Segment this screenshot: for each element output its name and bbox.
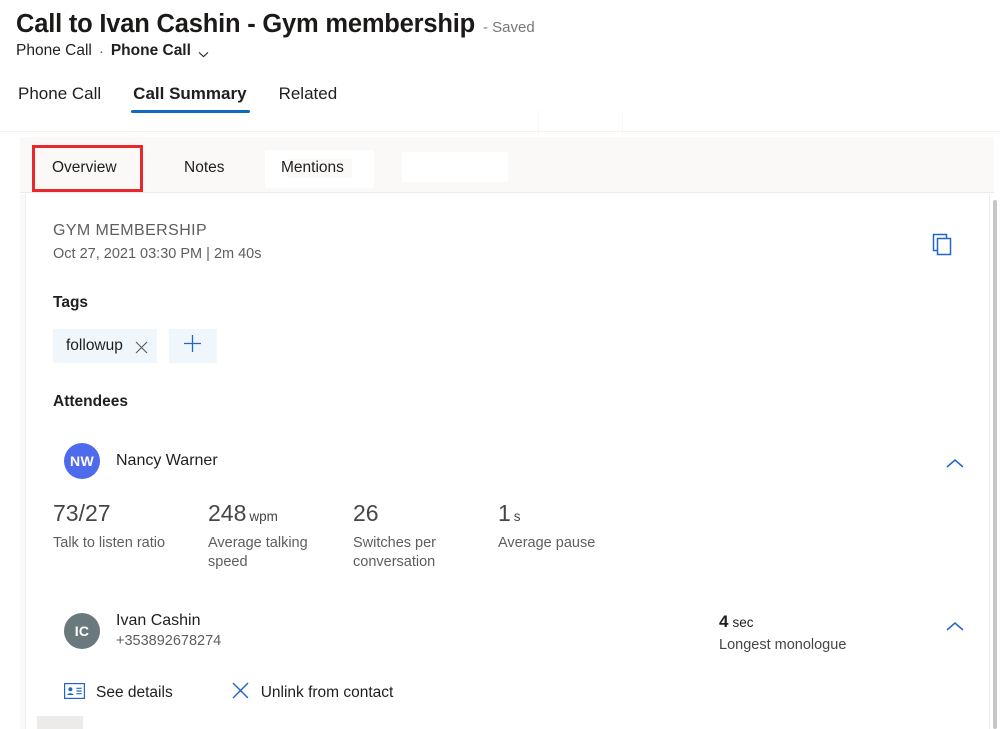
avatar: IC [64, 613, 100, 649]
vertical-scrollbar[interactable] [993, 200, 997, 729]
tags-heading: Tags [53, 294, 217, 312]
attendee-row-nancy[interactable]: NW Nancy Warner [64, 443, 218, 479]
page-title: Call to Ivan Cashin - Gym membership [16, 8, 475, 40]
attendee-actions: See details Unlink from contact [64, 681, 393, 705]
subtab-notes[interactable]: Notes [184, 159, 225, 177]
redaction-block-5 [402, 152, 508, 182]
metric-value: 4 [719, 612, 728, 632]
metric-longest-monologue: 4 sec Longest monologue [719, 612, 846, 653]
subtab-overview[interactable]: Overview [52, 159, 117, 177]
copy-icon[interactable] [929, 232, 955, 263]
metric-label: Longest monologue [719, 637, 846, 653]
footer-placeholder [37, 716, 83, 729]
call-summary-card: GYM MEMBERSHIP Oct 27, 2021 03:30 PM | 2… [25, 194, 990, 729]
metric-value: 73/27 [53, 500, 111, 526]
tab-related[interactable]: Related [279, 84, 338, 113]
metric-talk-listen: 73/27 Talk to listen ratio [53, 500, 208, 572]
avatar-initials: IC [75, 623, 90, 639]
attendees-section: Attendees [53, 393, 128, 411]
form-name: Phone Call [111, 42, 191, 60]
metric-label: Average pause [498, 534, 678, 553]
toolbar-separator-2 [622, 110, 623, 136]
plus-icon [183, 334, 202, 358]
save-status: - Saved [483, 19, 535, 36]
metric-switches: 26 Switches per conversation [353, 500, 498, 572]
summary-heading-block: GYM MEMBERSHIP Oct 27, 2021 03:30 PM | 2… [53, 222, 262, 262]
avatar-initials: NW [70, 453, 94, 469]
metric-label: Average talking speed [208, 534, 326, 572]
tab-call-summary[interactable]: Call Summary [133, 84, 246, 113]
metric-label: Switches per conversation [353, 534, 463, 572]
metric-unit: wpm [249, 509, 278, 524]
close-icon [231, 681, 250, 705]
call-summary-page: Call to Ivan Cashin - Gym membership - S… [0, 0, 1000, 729]
metric-value: 1 [498, 500, 511, 526]
record-title-row: Call to Ivan Cashin - Gym membership - S… [16, 8, 976, 40]
metrics-row: 73/27 Talk to listen ratio 248 wpm Avera… [53, 500, 753, 572]
close-icon[interactable] [135, 341, 148, 354]
subtab-mentions[interactable]: Mentions [281, 159, 344, 177]
attendee-row-ivan[interactable]: IC Ivan Cashin +353892678274 [64, 612, 221, 649]
see-details-button[interactable]: See details [64, 683, 173, 704]
summary-meta: Oct 27, 2021 03:30 PM | 2m 40s [53, 246, 262, 262]
avatar: NW [64, 443, 100, 479]
attendees-heading: Attendees [53, 393, 128, 411]
record-header: Call to Ivan Cashin - Gym membership - S… [16, 8, 976, 60]
tags-section: Tags followup [53, 294, 217, 363]
subtitle-separator: · [99, 43, 104, 60]
metric-label: Talk to listen ratio [53, 534, 208, 553]
see-details-label: See details [96, 684, 173, 702]
metric-value: 26 [353, 500, 379, 526]
metric-unit: sec [732, 615, 753, 630]
redaction-block-3 [265, 150, 374, 159]
chevron-up-icon[interactable] [945, 619, 965, 637]
attendee-name: Ivan Cashin [116, 612, 221, 630]
tag-row: followup [53, 329, 217, 363]
summary-title: GYM MEMBERSHIP [53, 222, 262, 240]
metric-unit: s [514, 509, 521, 524]
toolbar-separator-1 [538, 110, 539, 136]
chevron-down-icon[interactable] [198, 47, 209, 58]
record-subtitle: Phone Call · Phone Call [16, 42, 976, 60]
metric-value: 248 [208, 500, 246, 526]
tab-phone-call[interactable]: Phone Call [18, 84, 101, 113]
contact-card-icon [64, 683, 85, 704]
metric-talking-speed: 248 wpm Average talking speed [208, 500, 353, 572]
primary-tab-list: Phone Call Call Summary Related [18, 84, 369, 113]
add-tag-button[interactable] [169, 329, 217, 363]
entity-name: Phone Call [16, 42, 92, 60]
metric-average-pause: 1 s Average pause [498, 500, 678, 572]
unlink-from-contact-label: Unlink from contact [261, 684, 394, 702]
attendee-name: Nancy Warner [116, 452, 218, 470]
tag-label: followup [66, 337, 123, 355]
header-divider [0, 131, 1000, 132]
attendee-info: Ivan Cashin +353892678274 [116, 612, 221, 649]
tag-chip[interactable]: followup [53, 329, 157, 363]
unlink-from-contact-button[interactable]: Unlink from contact [231, 681, 394, 705]
redaction-block-4 [265, 178, 374, 188]
chevron-up-icon[interactable] [945, 456, 965, 474]
attendee-phone: +353892678274 [116, 633, 221, 649]
